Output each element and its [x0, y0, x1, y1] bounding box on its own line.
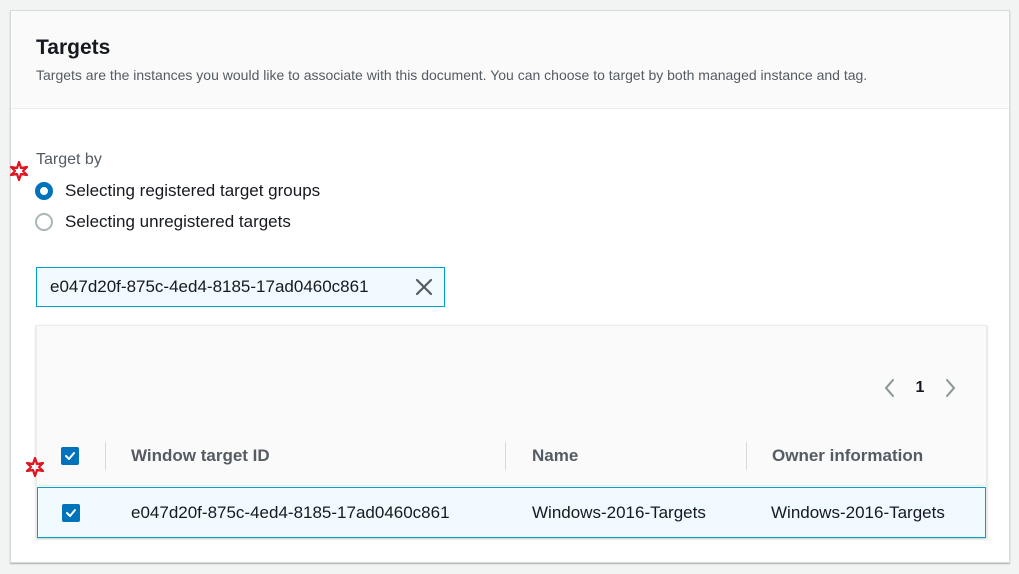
cell-name: Windows-2016-Targets — [532, 502, 706, 522]
cell-window-target-id: e047d20f-875c-4ed4-8185-17ad0460c861 — [131, 502, 450, 522]
radio-registered-target-groups[interactable]: Selecting registered target groups — [35, 181, 320, 201]
panel-description: Targets are the instances you would like… — [36, 67, 868, 83]
asterisk-marker-icon — [24, 456, 46, 482]
radio-button[interactable] — [35, 213, 53, 231]
asterisk-marker-icon — [8, 160, 30, 186]
column-divider — [505, 442, 506, 470]
close-icon[interactable] — [412, 275, 436, 299]
column-divider — [746, 442, 747, 470]
row-checkbox[interactable] — [62, 503, 80, 522]
filter-token-value: e047d20f-875c-4ed4-8185-17ad0460c861 — [50, 277, 369, 296]
radio-label: Selecting registered target groups — [65, 181, 321, 200]
table-row[interactable]: e047d20f-875c-4ed4-8185-17ad0460c861 Win… — [37, 487, 986, 538]
select-all-checkbox[interactable] — [61, 447, 79, 465]
window-targets-table: 1 Window target ID Name Owner informatio… — [36, 325, 987, 538]
target-by-label: Target by — [36, 151, 102, 168]
chevron-left-icon[interactable] — [876, 374, 904, 402]
radio-button-selected[interactable] — [35, 182, 53, 200]
row-checkbox-cell — [62, 488, 80, 537]
column-header-window-target-id[interactable]: Window target ID — [131, 426, 270, 486]
select-all-checkbox-cell — [61, 426, 79, 486]
column-header-owner-information[interactable]: Owner information — [772, 426, 923, 486]
filter-token: e047d20f-875c-4ed4-8185-17ad0460c861 — [36, 267, 445, 307]
pagination-page-number[interactable]: 1 — [904, 379, 936, 397]
pagination: 1 — [876, 374, 964, 402]
table-header: Window target ID Name Owner information — [37, 426, 986, 486]
panel-title: Targets — [36, 36, 111, 59]
checkmark-icon — [65, 452, 75, 460]
targets-panel: Targets Targets are the instances you wo… — [10, 10, 1010, 563]
checkmark-icon — [66, 508, 76, 517]
panel-header: Targets Targets are the instances you wo… — [11, 11, 1009, 109]
radio-label: Selecting unregistered targets — [65, 212, 291, 231]
chevron-right-icon[interactable] — [936, 374, 964, 402]
column-divider — [105, 442, 106, 470]
table-toolbar: 1 — [37, 326, 986, 426]
radio-unregistered-targets[interactable]: Selecting unregistered targets — [35, 212, 291, 232]
cell-owner-information: Windows-2016-Targets — [771, 502, 945, 522]
column-header-name[interactable]: Name — [532, 426, 578, 486]
